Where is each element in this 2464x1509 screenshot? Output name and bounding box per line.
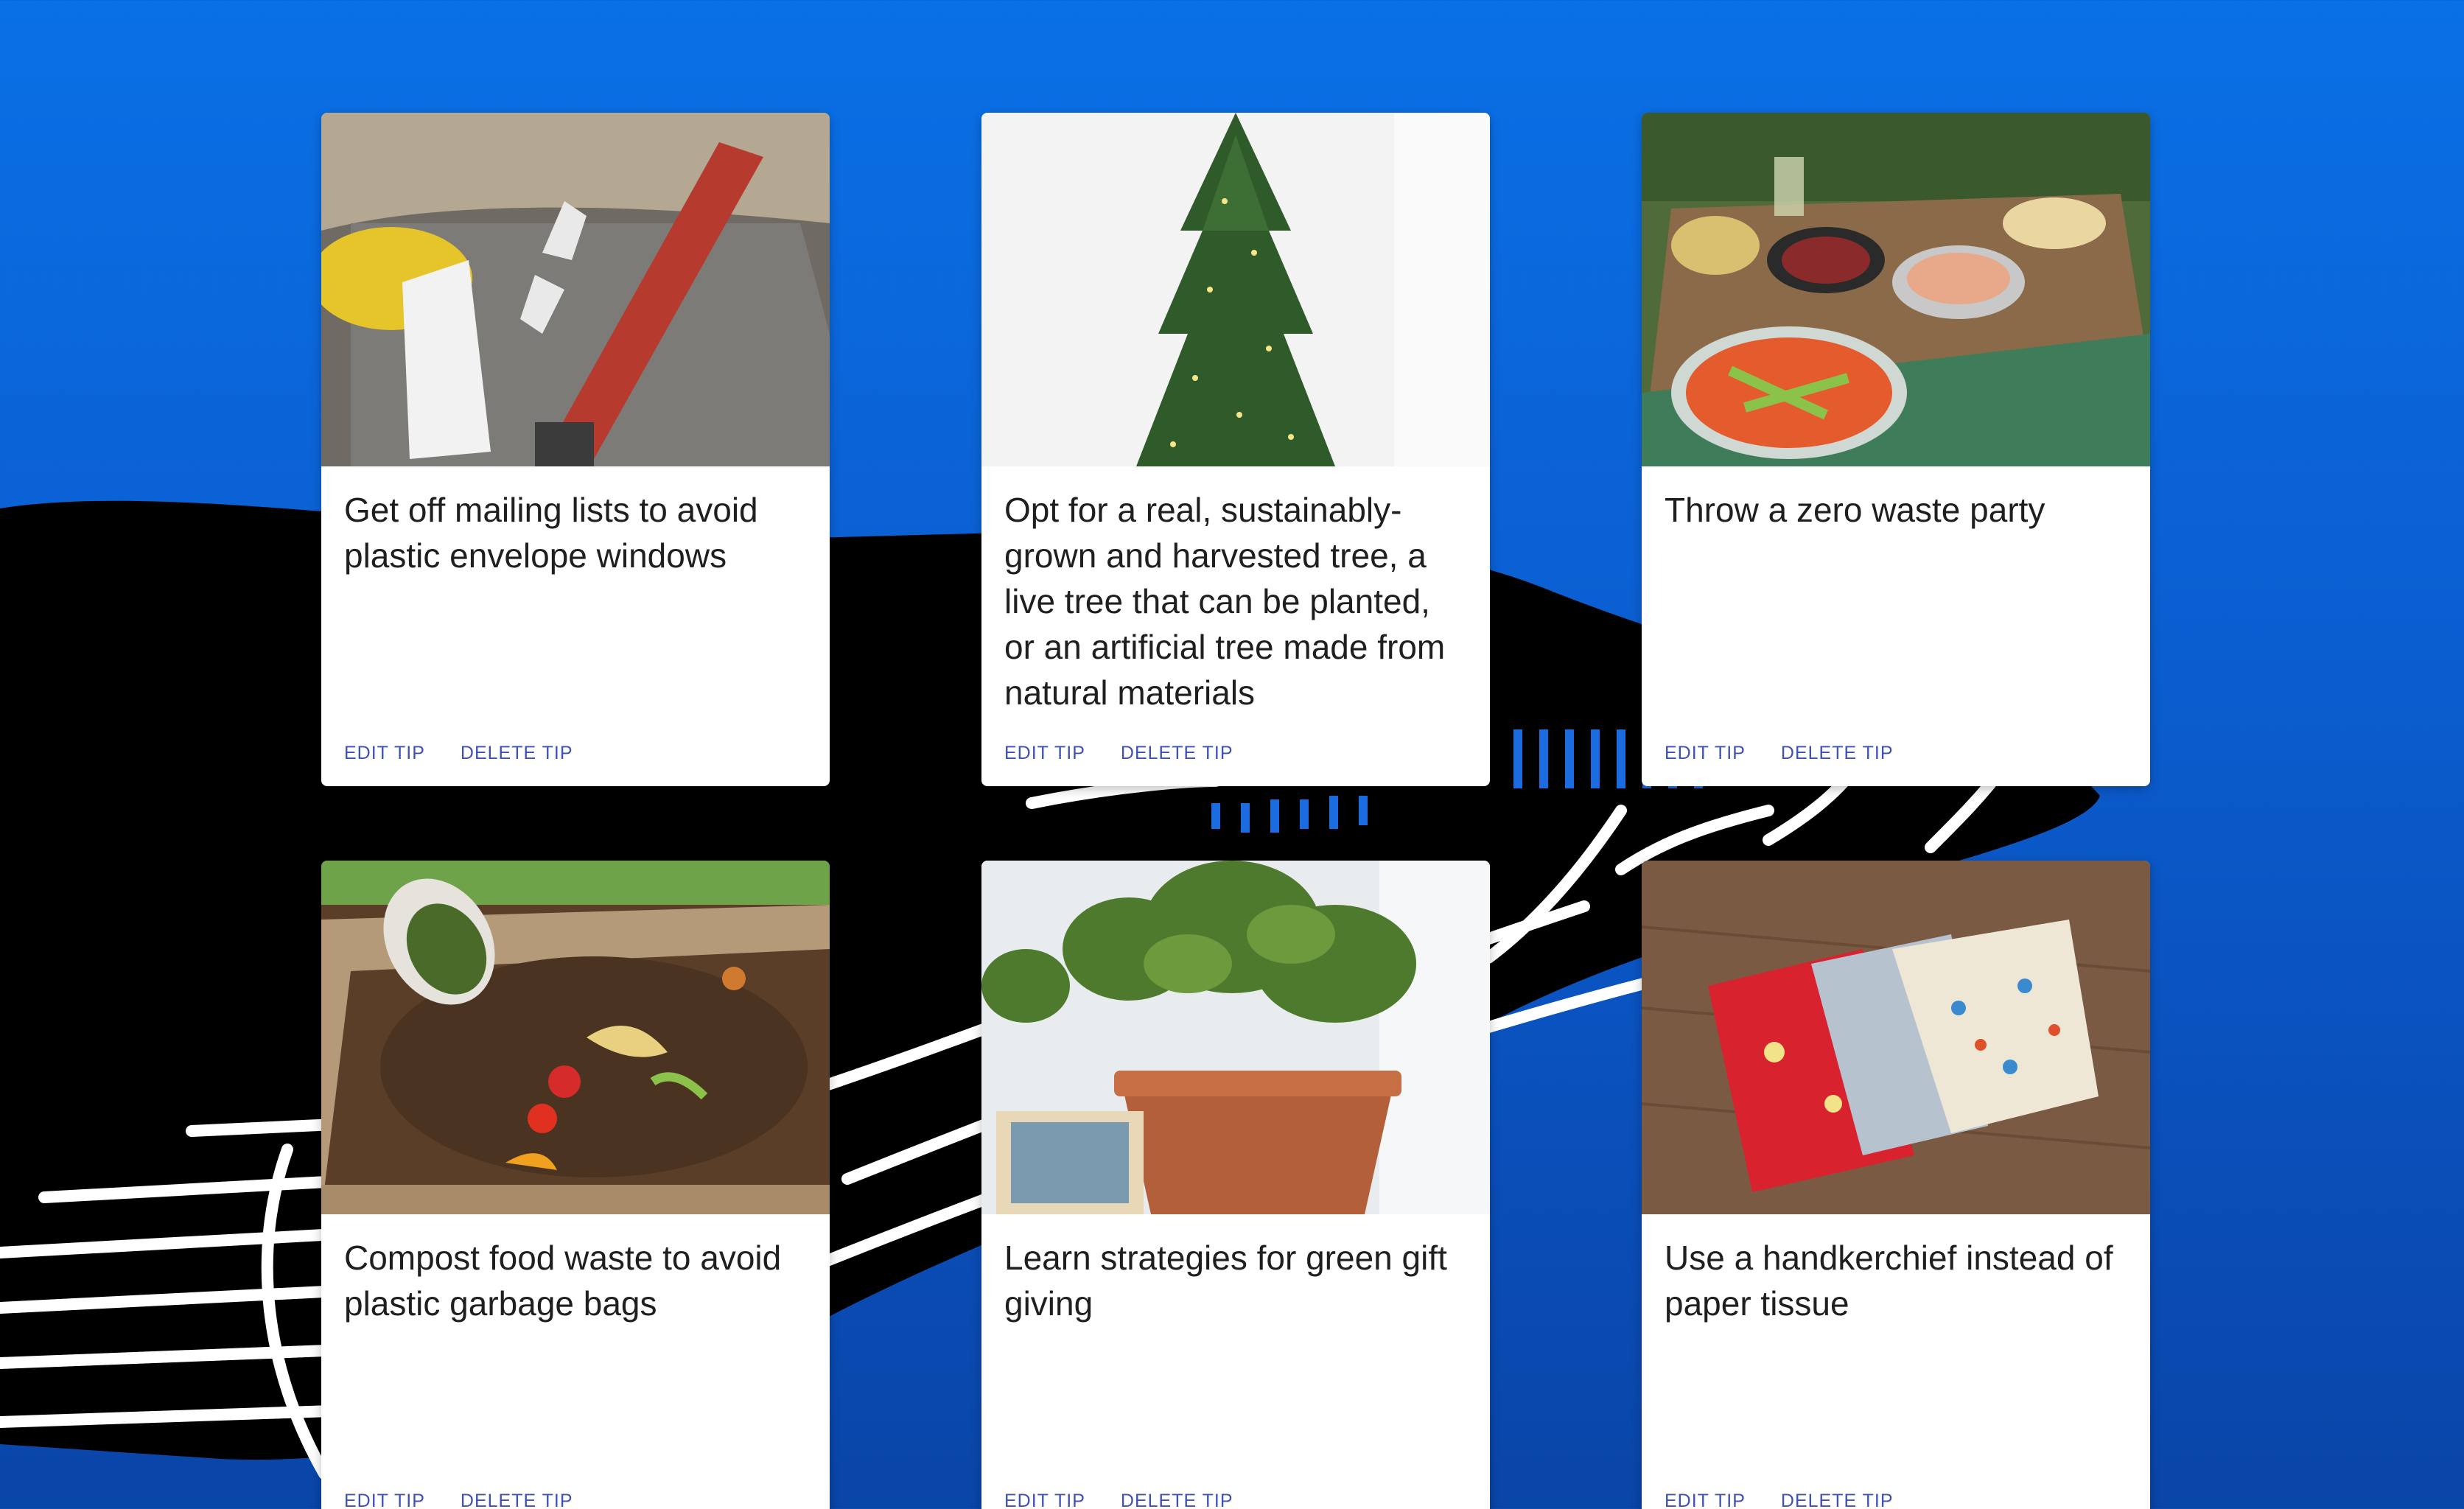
tip-title: Learn strategies for green gift giving (1004, 1239, 1447, 1323)
card-actions: EDIT TIP DELETE TIP (1004, 1491, 1233, 1509)
tip-card: Get off mailing lists to avoid plastic e… (321, 113, 830, 786)
christmas-tree-image (981, 113, 1490, 466)
delete-tip-button[interactable]: DELETE TIP (1121, 743, 1233, 764)
tip-title: Compost food waste to avoid plastic garb… (344, 1239, 782, 1323)
handkerchief-image (1642, 861, 2150, 1214)
party-table-image (1642, 113, 2150, 466)
tip-card: Compost food waste to avoid plastic garb… (321, 861, 830, 1509)
edit-tip-button[interactable]: EDIT TIP (1665, 1491, 1746, 1509)
compost-image (321, 861, 830, 1214)
edit-tip-button[interactable]: EDIT TIP (1004, 743, 1085, 764)
potted-plant-image (981, 861, 1490, 1214)
mailbox-image (321, 113, 830, 466)
card-actions: EDIT TIP DELETE TIP (1004, 743, 1233, 764)
delete-tip-button[interactable]: DELETE TIP (1781, 743, 1894, 764)
edit-tip-button[interactable]: EDIT TIP (344, 1491, 425, 1509)
edit-tip-button[interactable]: EDIT TIP (1665, 743, 1746, 764)
delete-tip-button[interactable]: DELETE TIP (461, 743, 573, 764)
tip-title: Use a handkerchief instead of paper tiss… (1665, 1239, 2113, 1323)
tip-card: Opt for a real, sustainably-grown and ha… (981, 113, 1490, 786)
tip-card: Throw a zero waste party EDIT TIP DELETE… (1642, 113, 2150, 786)
edit-tip-button[interactable]: EDIT TIP (344, 743, 425, 764)
tip-card: Learn strategies for green gift giving E… (981, 861, 1490, 1509)
tip-title: Throw a zero waste party (1665, 491, 2045, 529)
tip-title: Opt for a real, sustainably-grown and ha… (1004, 491, 1446, 712)
tip-title: Get off mailing lists to avoid plastic e… (344, 491, 758, 575)
card-actions: EDIT TIP DELETE TIP (1665, 1491, 1894, 1509)
card-actions: EDIT TIP DELETE TIP (1665, 743, 1894, 764)
edit-tip-button[interactable]: EDIT TIP (1004, 1491, 1085, 1509)
card-actions: EDIT TIP DELETE TIP (344, 743, 573, 764)
delete-tip-button[interactable]: DELETE TIP (1781, 1491, 1894, 1509)
card-actions: EDIT TIP DELETE TIP (344, 1491, 573, 1509)
tip-card: Use a handkerchief instead of paper tiss… (1642, 861, 2150, 1509)
delete-tip-button[interactable]: DELETE TIP (461, 1491, 573, 1509)
delete-tip-button[interactable]: DELETE TIP (1121, 1491, 1233, 1509)
